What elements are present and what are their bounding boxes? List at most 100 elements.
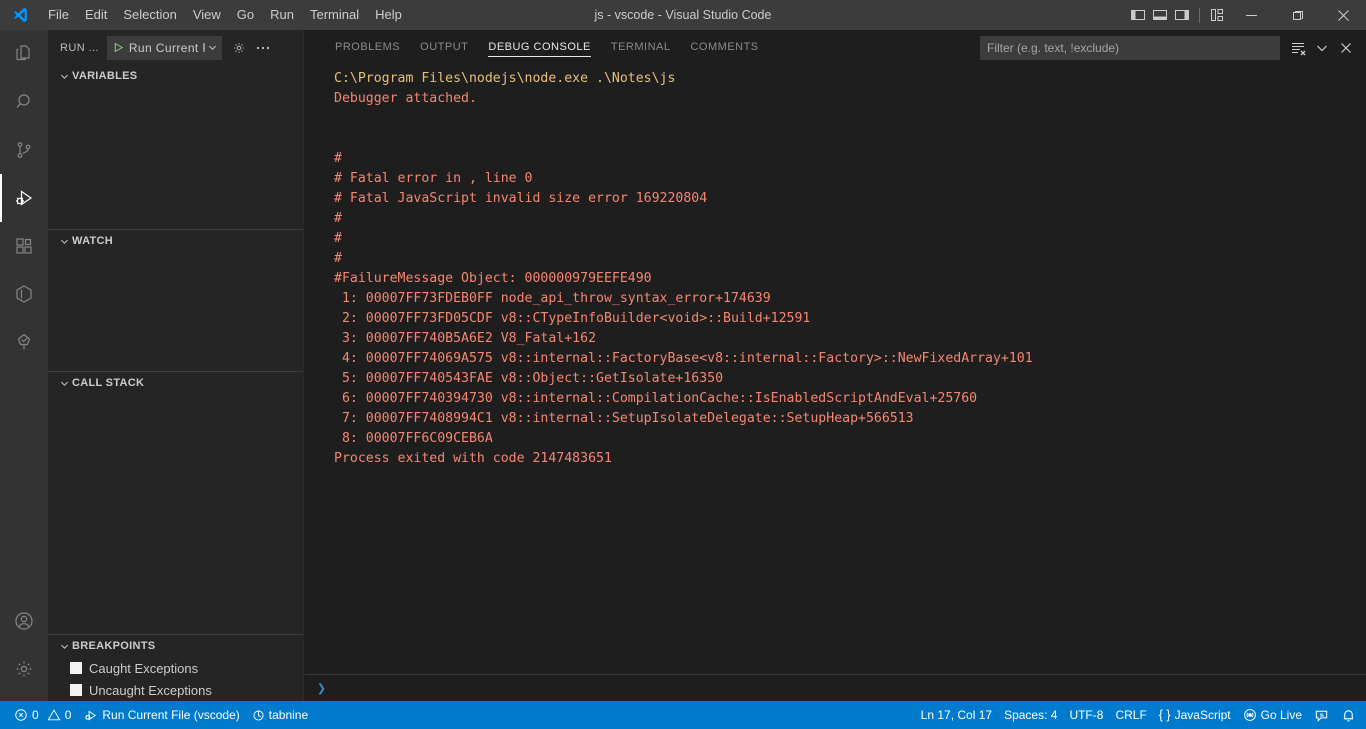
console-line: 1: 00007FF73FDEB0FF node_api_throw_synta… [334,291,771,306]
call-stack-tree[interactable] [48,394,303,634]
activitybar-item-source-control[interactable] [0,126,48,174]
tabnine-icon [252,709,265,722]
close-button[interactable] [1320,0,1366,30]
watch-tree[interactable] [48,252,303,371]
status-notifications[interactable] [1335,701,1362,729]
more-actions-icon[interactable] [252,37,274,59]
console-line: #FailureMessage Object: 000000979EEFE490 [334,271,652,286]
tab-debug-console[interactable]: DEBUG CONSOLE [478,30,600,65]
status-feedback[interactable] [1308,701,1335,729]
maximize-button[interactable] [1274,0,1320,30]
minimize-button[interactable] [1228,0,1274,30]
console-line: 6: 00007FF740394730 v8::internal::Compil… [334,391,978,406]
toggle-secondary-sidebar-icon[interactable] [1171,0,1193,30]
debug-console-input[interactable]: ❯ [305,674,1366,701]
menu-selection[interactable]: Selection [115,0,184,30]
activity-bar [0,30,48,701]
status-problems[interactable]: 0 0 [8,701,77,729]
filter-box[interactable] [980,35,1280,60]
title-bar-controls [1127,0,1366,30]
title-bar: File Edit Selection View Go Run Terminal… [0,0,1366,30]
section-label: BREAKPOINTS [72,640,156,652]
status-language-label: JavaScript [1174,708,1231,722]
console-line: # Fatal error in , line 0 [334,171,533,186]
status-editor-language[interactable]: { } JavaScript [1153,701,1237,729]
section-label: CALL STACK [72,377,145,389]
section-breakpoints: BREAKPOINTS Caught Exceptions Uncaught E… [48,634,303,701]
activitybar-item-explorer[interactable] [0,30,48,78]
menu-terminal[interactable]: Terminal [302,0,367,30]
menu-help[interactable]: Help [367,0,410,30]
status-debug-launch[interactable]: Run Current File (vscode) [77,701,245,729]
launch-configuration-select[interactable]: Run Current F [106,35,222,60]
section-header-call-stack[interactable]: CALL STACK [48,372,303,394]
status-bar-right: Ln 17, Col 17 Spaces: 4 UTF-8 CRLF { } J… [915,701,1366,729]
checkbox-icon[interactable] [70,662,82,674]
activitybar-item-search[interactable] [0,78,48,126]
chevron-down-icon[interactable] [1310,36,1334,60]
toggle-panel-icon[interactable] [1149,0,1171,30]
menu-go[interactable]: Go [229,0,262,30]
section-label: WATCH [72,235,114,247]
warning-count: 0 [64,708,72,722]
tab-output[interactable]: OUTPUT [410,30,478,65]
status-editor-indentation[interactable]: Spaces: 4 [998,701,1063,729]
console-line: # Fatal JavaScript invalid size error 16… [334,191,708,206]
menu-view[interactable]: View [185,0,229,30]
tab-problems[interactable]: PROBLEMS [325,30,410,65]
activitybar-item-run-and-debug[interactable] [0,174,48,222]
section-header-breakpoints[interactable]: BREAKPOINTS [48,635,303,657]
section-call-stack: CALL STACK [48,371,303,634]
console-line: # [334,251,342,266]
section-variables: VARIABLES [48,65,303,229]
debug-console-output[interactable]: C:\Program Files\nodejs\node.exe .\Notes… [305,65,1366,674]
variables-tree[interactable] [48,87,303,229]
tab-comments[interactable]: COMMENTS [680,30,768,65]
customize-layout-icon[interactable] [1206,0,1228,30]
menu-file[interactable]: File [40,0,77,30]
chevron-down-icon[interactable] [205,42,220,53]
section-header-watch[interactable]: WATCH [48,230,303,252]
feedback-icon [1314,708,1329,723]
activitybar-item-manage[interactable] [0,645,48,693]
clear-console-icon[interactable] [1286,36,1310,60]
bell-icon [1341,708,1356,723]
warning-icon [47,708,61,722]
tab-terminal[interactable]: TERMINAL [601,30,681,65]
menu-bar: File Edit Selection View Go Run Terminal… [40,0,410,30]
section-label: VARIABLES [72,70,138,82]
checkbox-icon[interactable] [70,684,82,696]
menu-edit[interactable]: Edit [77,0,115,30]
vscode-logo-icon [0,0,40,30]
console-line: # [334,231,342,246]
status-bar-left: 0 0 Run Current File (vscode) tabnine [0,701,314,729]
error-icon [14,708,28,722]
sidebar-header: RUN ... Run Current F [48,30,303,65]
console-line: C:\Program Files\nodejs\node.exe .\Notes… [334,71,676,86]
gear-icon[interactable] [228,37,250,59]
status-tabnine[interactable]: tabnine [246,701,314,729]
start-debugging-icon[interactable] [112,41,125,54]
toggle-primary-sidebar-icon[interactable] [1127,0,1149,30]
filter-input[interactable] [987,40,1273,55]
status-editor-eol[interactable]: CRLF [1109,701,1152,729]
status-go-live-label: Go Live [1260,708,1302,722]
activitybar-item-extensions[interactable] [0,222,48,270]
section-header-variables[interactable]: VARIABLES [48,65,303,87]
activitybar-item-docker[interactable] [0,270,48,318]
console-line: # [334,211,342,226]
activitybar-item-accounts[interactable] [0,597,48,645]
close-panel-icon[interactable] [1334,36,1358,60]
console-line: Process exited with code 2147483651 [334,451,612,466]
status-bar: 0 0 Run Current File (vscode) tabnine Ln… [0,701,1366,729]
status-editor-position[interactable]: Ln 17, Col 17 [915,701,998,729]
broadcast-icon [1243,708,1257,722]
menu-run[interactable]: Run [262,0,302,30]
status-debug-launch-label: Run Current File (vscode) [102,708,240,722]
status-go-live[interactable]: Go Live [1237,701,1308,729]
breakpoint-uncaught-exceptions[interactable]: Uncaught Exceptions [48,679,303,701]
activitybar-item-test-explorer[interactable] [0,318,48,366]
status-editor-encoding[interactable]: UTF-8 [1063,701,1109,729]
breakpoint-caught-exceptions[interactable]: Caught Exceptions [48,657,303,679]
